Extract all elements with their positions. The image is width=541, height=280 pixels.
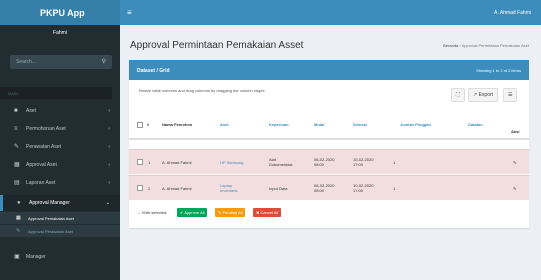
col-mulai[interactable]: Mulai <box>314 122 324 127</box>
sidebar-item-label: Laporan Aset <box>26 180 56 186</box>
pending-all-button[interactable]: ✎ Pending All <box>215 208 246 217</box>
sidebar-item-approval-manager[interactable]: ● Approval Manager ⌄ <box>0 195 120 211</box>
col-jumlah-pinggan[interactable]: Jumlah Pinggan <box>400 122 431 127</box>
cube-icon: ■ <box>14 108 18 114</box>
grid-toolbar: ⛶ ↗ Export ☰ <box>451 88 521 102</box>
col-selesai[interactable]: Selesai <box>353 122 367 127</box>
chevron-left-icon: ‹ <box>108 144 110 150</box>
page-title: Approval Permintaan Pemakaian Asset <box>130 40 304 51</box>
cell-mulai: 06-02-2020 08:00 <box>314 183 335 193</box>
export-icon: ↗ <box>473 92 478 98</box>
user-panel-name: Fahmi <box>53 30 67 36</box>
sidebar-item-label: Permohonan Aset <box>26 126 66 132</box>
app-logo[interactable]: PKPU App <box>0 0 120 25</box>
sidebar-subitem-approval-pemakaian[interactable]: ▦ Approval Pemakaian Aset <box>0 212 120 224</box>
chevron-down-icon: ⌄ <box>105 200 110 206</box>
sidebar: Fahmi Search... ⚲ MAIN ■ Aset ‹ ≡ Permoh… <box>0 25 120 280</box>
sidebar-item-label: Approval Aset <box>26 162 57 168</box>
select-all-checkbox[interactable] <box>137 122 143 128</box>
table-icon: ▦ <box>14 162 20 168</box>
wrench-icon: ✎ <box>14 144 20 150</box>
sidebar-search[interactable]: Search... ⚲ <box>10 55 112 69</box>
cell-aset[interactable]: Laptop Inventaris <box>220 183 250 193</box>
cell-jumlah: 1 <box>393 186 396 191</box>
sidebar-item-approval-aset[interactable]: ▦ Approval Aset ‹ <box>0 157 120 173</box>
col-number: # <box>147 122 150 127</box>
cell-selesai: 10-02-2020 17:00 <box>353 183 374 193</box>
wrench-icon: ✎ <box>16 228 21 234</box>
search-icon[interactable]: ⚲ <box>102 58 106 65</box>
circle-icon: ● <box>17 200 21 206</box>
sidebar-item-label: Perawatan Aset <box>26 144 62 150</box>
sidebar-subitem-approval-perawatan[interactable]: ✎ Approval Perawatan Aset <box>0 225 120 237</box>
col-catatan[interactable]: Catatan <box>468 122 483 127</box>
box-title: Dataset / Grid <box>137 68 170 74</box>
chevron-left-icon: ‹ <box>108 108 110 114</box>
col-keperluan[interactable]: Keperluan <box>269 122 289 127</box>
col-nama-pemohon[interactable]: Nama Pemohon <box>162 122 192 127</box>
cancel-all-label: Cancel All <box>260 210 279 215</box>
grid-hint: Resize table columns and drag columns by… <box>139 88 265 93</box>
breadcrumb-home[interactable]: Beranda <box>443 43 458 48</box>
sidebar-item-manager[interactable]: ▣ Manager <box>0 249 120 265</box>
row-checkbox[interactable] <box>137 159 143 165</box>
table-icon: ▦ <box>16 215 21 221</box>
sidebar-subitem-label: Approval Perawatan Aset <box>28 229 73 234</box>
row-number: 2 <box>148 186 151 191</box>
sidebar-item-label: Manager <box>26 254 46 260</box>
row-checkbox[interactable] <box>137 185 143 191</box>
sidebar-section-header: MAIN <box>0 87 112 99</box>
top-navbar: ≡ A. Ahmad Fahmi <box>120 0 541 25</box>
bulk-actions: → With selected: ✔ Approve All ✎ Pending… <box>137 208 337 218</box>
table-row: 2 A. Ahmad Fahmi Laptop Inventaris Input… <box>129 175 529 200</box>
grid-summary: Showing 1 to 2 of 2 items <box>476 68 521 73</box>
fullscreen-button[interactable]: ⛶ <box>451 88 465 102</box>
book-icon: ▤ <box>14 180 20 186</box>
col-aksi: Aksi <box>511 129 520 134</box>
data-grid-box: Dataset / Grid Showing 1 to 2 of 2 items… <box>129 60 529 228</box>
cell-selesai: 10-02-2020 17:00 <box>353 157 374 167</box>
edit-icon[interactable]: ✎ <box>513 160 516 165</box>
list-icon: ≡ <box>14 126 18 132</box>
sidebar-item-perawatan[interactable]: ✎ Perawatan Aset ‹ <box>0 139 120 155</box>
table-header: # Nama Pemohon Aset Keperluan Mulai Sele… <box>129 110 529 140</box>
user-menu[interactable]: A. Ahmad Fahmi <box>494 10 531 16</box>
cell-mulai: 06-02-2020 08:00 <box>314 157 335 167</box>
chevron-left-icon: ‹ <box>108 126 110 132</box>
toggle-columns-button[interactable]: ☰ <box>503 88 518 102</box>
hamburger-icon[interactable]: ≡ <box>127 9 132 17</box>
sidebar-search-placeholder: Search... <box>16 59 37 65</box>
pending-all-label: Pending All <box>222 210 243 215</box>
sidebar-item-label: Approval Manager <box>29 200 70 206</box>
sidebar-item-aset[interactable]: ■ Aset ‹ <box>0 103 120 119</box>
cell-keperluan: Input Data <box>269 186 288 191</box>
cell-jumlah: 1 <box>393 160 396 165</box>
export-button[interactable]: ↗ Export <box>468 88 499 102</box>
approve-all-label: Approve All <box>184 210 205 215</box>
edit-icon[interactable]: ✎ <box>513 186 516 191</box>
sidebar-item-laporan[interactable]: ▤ Laporan Aset ‹ <box>0 175 120 191</box>
cell-aset[interactable]: HP Samsung <box>220 160 244 165</box>
breadcrumb: Beranda › Approval Permintaan Pemakaian … <box>443 43 529 48</box>
cell-pemohon: A. Ahmad Fahmi <box>162 186 192 191</box>
cell-keperluan: Alat Dokumentasi <box>269 157 293 167</box>
cancel-all-button[interactable]: ✖ Cancel All <box>253 208 282 217</box>
sidebar-subitem-label: Approval Pemakaian Aset <box>28 216 74 221</box>
row-number: 1 <box>148 160 151 165</box>
approve-all-button[interactable]: ✔ Approve All <box>177 208 208 217</box>
cell-pemohon: A. Ahmad Fahmi <box>162 160 192 165</box>
export-label: Export <box>478 92 494 98</box>
sidebar-item-label: Aset <box>26 108 37 114</box>
sidebar-item-permohonan[interactable]: ≡ Permohonan Aset ‹ <box>0 121 120 137</box>
chevron-left-icon: ‹ <box>108 162 110 168</box>
bulk-actions-text: With selected: <box>142 210 168 215</box>
table-row: 1 A. Ahmad Fahmi HP Samsung Alat Dokumen… <box>129 149 529 174</box>
bulk-actions-label: → With selected: <box>137 210 167 215</box>
box-header: Dataset / Grid Showing 1 to 2 of 2 items <box>129 63 529 80</box>
breadcrumb-current: Approval Permintaan Pemakaian Aset <box>461 43 529 48</box>
users-icon: ▣ <box>14 254 20 260</box>
chevron-left-icon: ‹ <box>108 180 110 186</box>
col-aset[interactable]: Aset <box>220 122 229 127</box>
